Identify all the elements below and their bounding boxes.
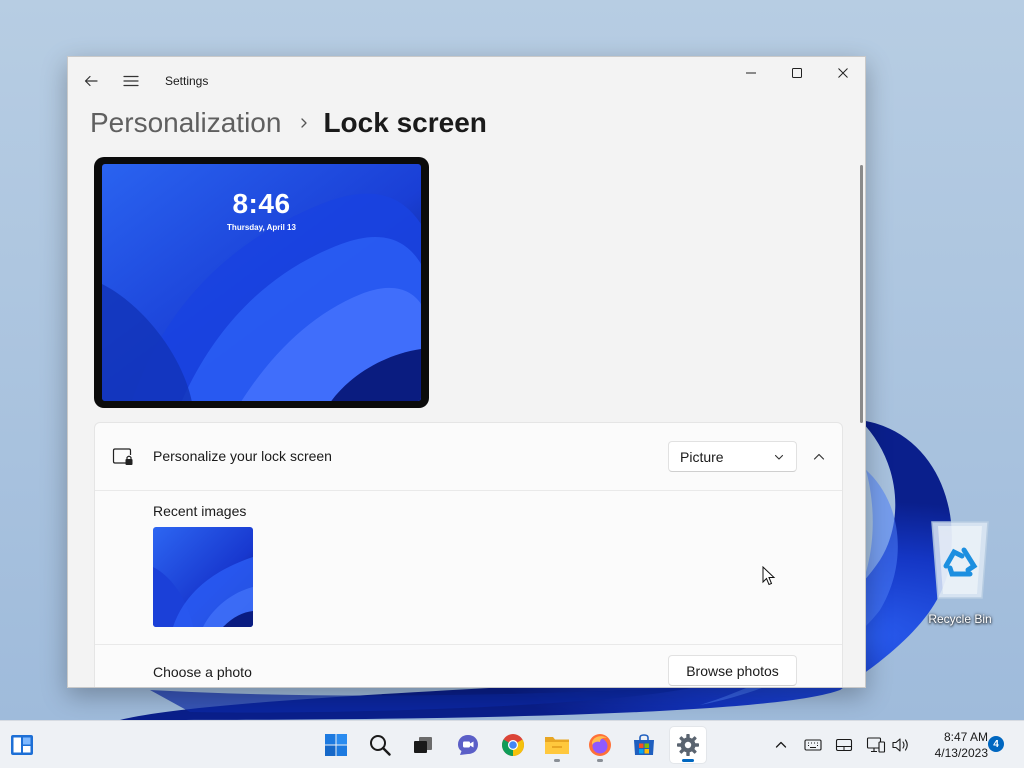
hamburger-menu-icon [123, 75, 139, 87]
chrome-icon [502, 734, 524, 756]
tray-touchpad-button[interactable] [834, 735, 854, 755]
running-indicator [597, 759, 603, 762]
chevron-up-icon [813, 453, 825, 460]
windows-start-icon [325, 734, 347, 756]
minimize-button[interactable] [728, 57, 774, 89]
clock-time: 8:47 AM [943, 730, 988, 744]
tray-overflow-button[interactable] [771, 735, 791, 755]
recent-images-label: Recent images [153, 503, 247, 519]
notification-badge[interactable]: 4 [988, 736, 1004, 752]
touchpad-icon [835, 738, 853, 752]
taskbar-clock[interactable]: 8:47 AM 4/13/2023 [920, 729, 988, 761]
dropdown-selected-value: Picture [680, 448, 724, 465]
taskbar-widgets-button[interactable] [4, 727, 40, 763]
maximize-icon [792, 68, 802, 78]
navigation-menu-button[interactable] [115, 65, 147, 97]
microsoft-store-icon [634, 734, 654, 755]
task-view-icon [414, 737, 432, 753]
page-title: Lock screen [323, 107, 487, 138]
chevron-down-icon [774, 454, 784, 460]
lock-screen-type-dropdown[interactable]: Picture [668, 441, 797, 472]
settings-gear-icon [677, 734, 699, 756]
close-button[interactable] [820, 57, 865, 89]
tray-volume-button[interactable] [891, 735, 911, 755]
chat-icon [458, 735, 478, 755]
breadcrumb-personalization[interactable]: Personalization [90, 107, 281, 139]
minimize-icon [746, 72, 756, 74]
close-icon [838, 68, 848, 78]
recycle-bin-label: Recycle Bin [928, 612, 992, 626]
taskbar-search-button[interactable] [362, 727, 398, 763]
maximize-button[interactable] [774, 57, 820, 89]
breadcrumb: Personalization Lock screen [90, 103, 487, 143]
vertical-scrollbar[interactable] [860, 165, 863, 423]
volume-icon [892, 738, 908, 752]
tray-keyboard-button[interactable] [803, 735, 823, 755]
settings-content: 8:46 Thursday, April 13 Personalize your… [68, 153, 865, 687]
taskbar-store-button[interactable] [626, 727, 662, 763]
keyboard-icon [804, 739, 822, 751]
running-indicator [554, 759, 560, 762]
taskbar-settings-button[interactable] [670, 727, 706, 763]
taskbar-start-button[interactable] [318, 727, 354, 763]
personalize-lock-screen-card: Personalize your lock screen Picture Rec… [94, 422, 843, 687]
recycle-bin-desktop-icon[interactable]: Recycle Bin [922, 516, 998, 632]
active-app-indicator [682, 759, 694, 762]
browse-photos-button[interactable]: Browse photos [668, 655, 797, 686]
lock-screen-preview: 8:46 Thursday, April 13 [94, 157, 429, 408]
settings-window: Settings Personalization Lock screen 8:4… [67, 56, 866, 688]
back-arrow-icon [84, 75, 98, 87]
taskbar: 8:47 AM 4/13/2023 [0, 720, 1024, 768]
lock-screen-icon [112, 448, 133, 465]
personalize-lock-screen-label: Personalize your lock screen [153, 448, 332, 464]
chevron-up-icon [775, 741, 787, 748]
network-icon [866, 737, 886, 753]
taskbar-file-explorer-button[interactable] [539, 727, 575, 763]
back-button[interactable] [75, 65, 107, 97]
firefox-icon [589, 734, 611, 756]
taskbar-task-view-button[interactable] [405, 727, 441, 763]
personalize-lock-screen-header[interactable]: Personalize your lock screen Picture [95, 423, 842, 491]
clock-date: 4/13/2023 [934, 746, 988, 760]
recent-image-thumbnail[interactable] [153, 527, 253, 627]
lock-screen-preview-image: 8:46 Thursday, April 13 [102, 164, 421, 401]
mouse-pointer-icon [762, 566, 776, 586]
preview-clock-date: Thursday, April 13 [227, 223, 296, 232]
search-icon [370, 735, 391, 756]
widgets-icon [11, 735, 33, 755]
breadcrumb-chevron-icon [299, 117, 309, 129]
choose-photo-label: Choose a photo [153, 664, 252, 680]
app-title: Settings [165, 74, 209, 88]
title-bar: Settings [68, 57, 865, 105]
recycle-bin-icon [931, 521, 989, 599]
tray-network-button[interactable] [866, 735, 886, 755]
file-explorer-icon [545, 737, 569, 754]
taskbar-chat-button[interactable] [450, 727, 486, 763]
taskbar-chrome-button[interactable] [495, 727, 531, 763]
collapse-section-button[interactable] [805, 441, 833, 472]
preview-clock-time: 8:46 [232, 188, 291, 219]
choose-photo-row: Choose a photo Browse photos [95, 644, 842, 687]
taskbar-firefox-button[interactable] [582, 727, 618, 763]
